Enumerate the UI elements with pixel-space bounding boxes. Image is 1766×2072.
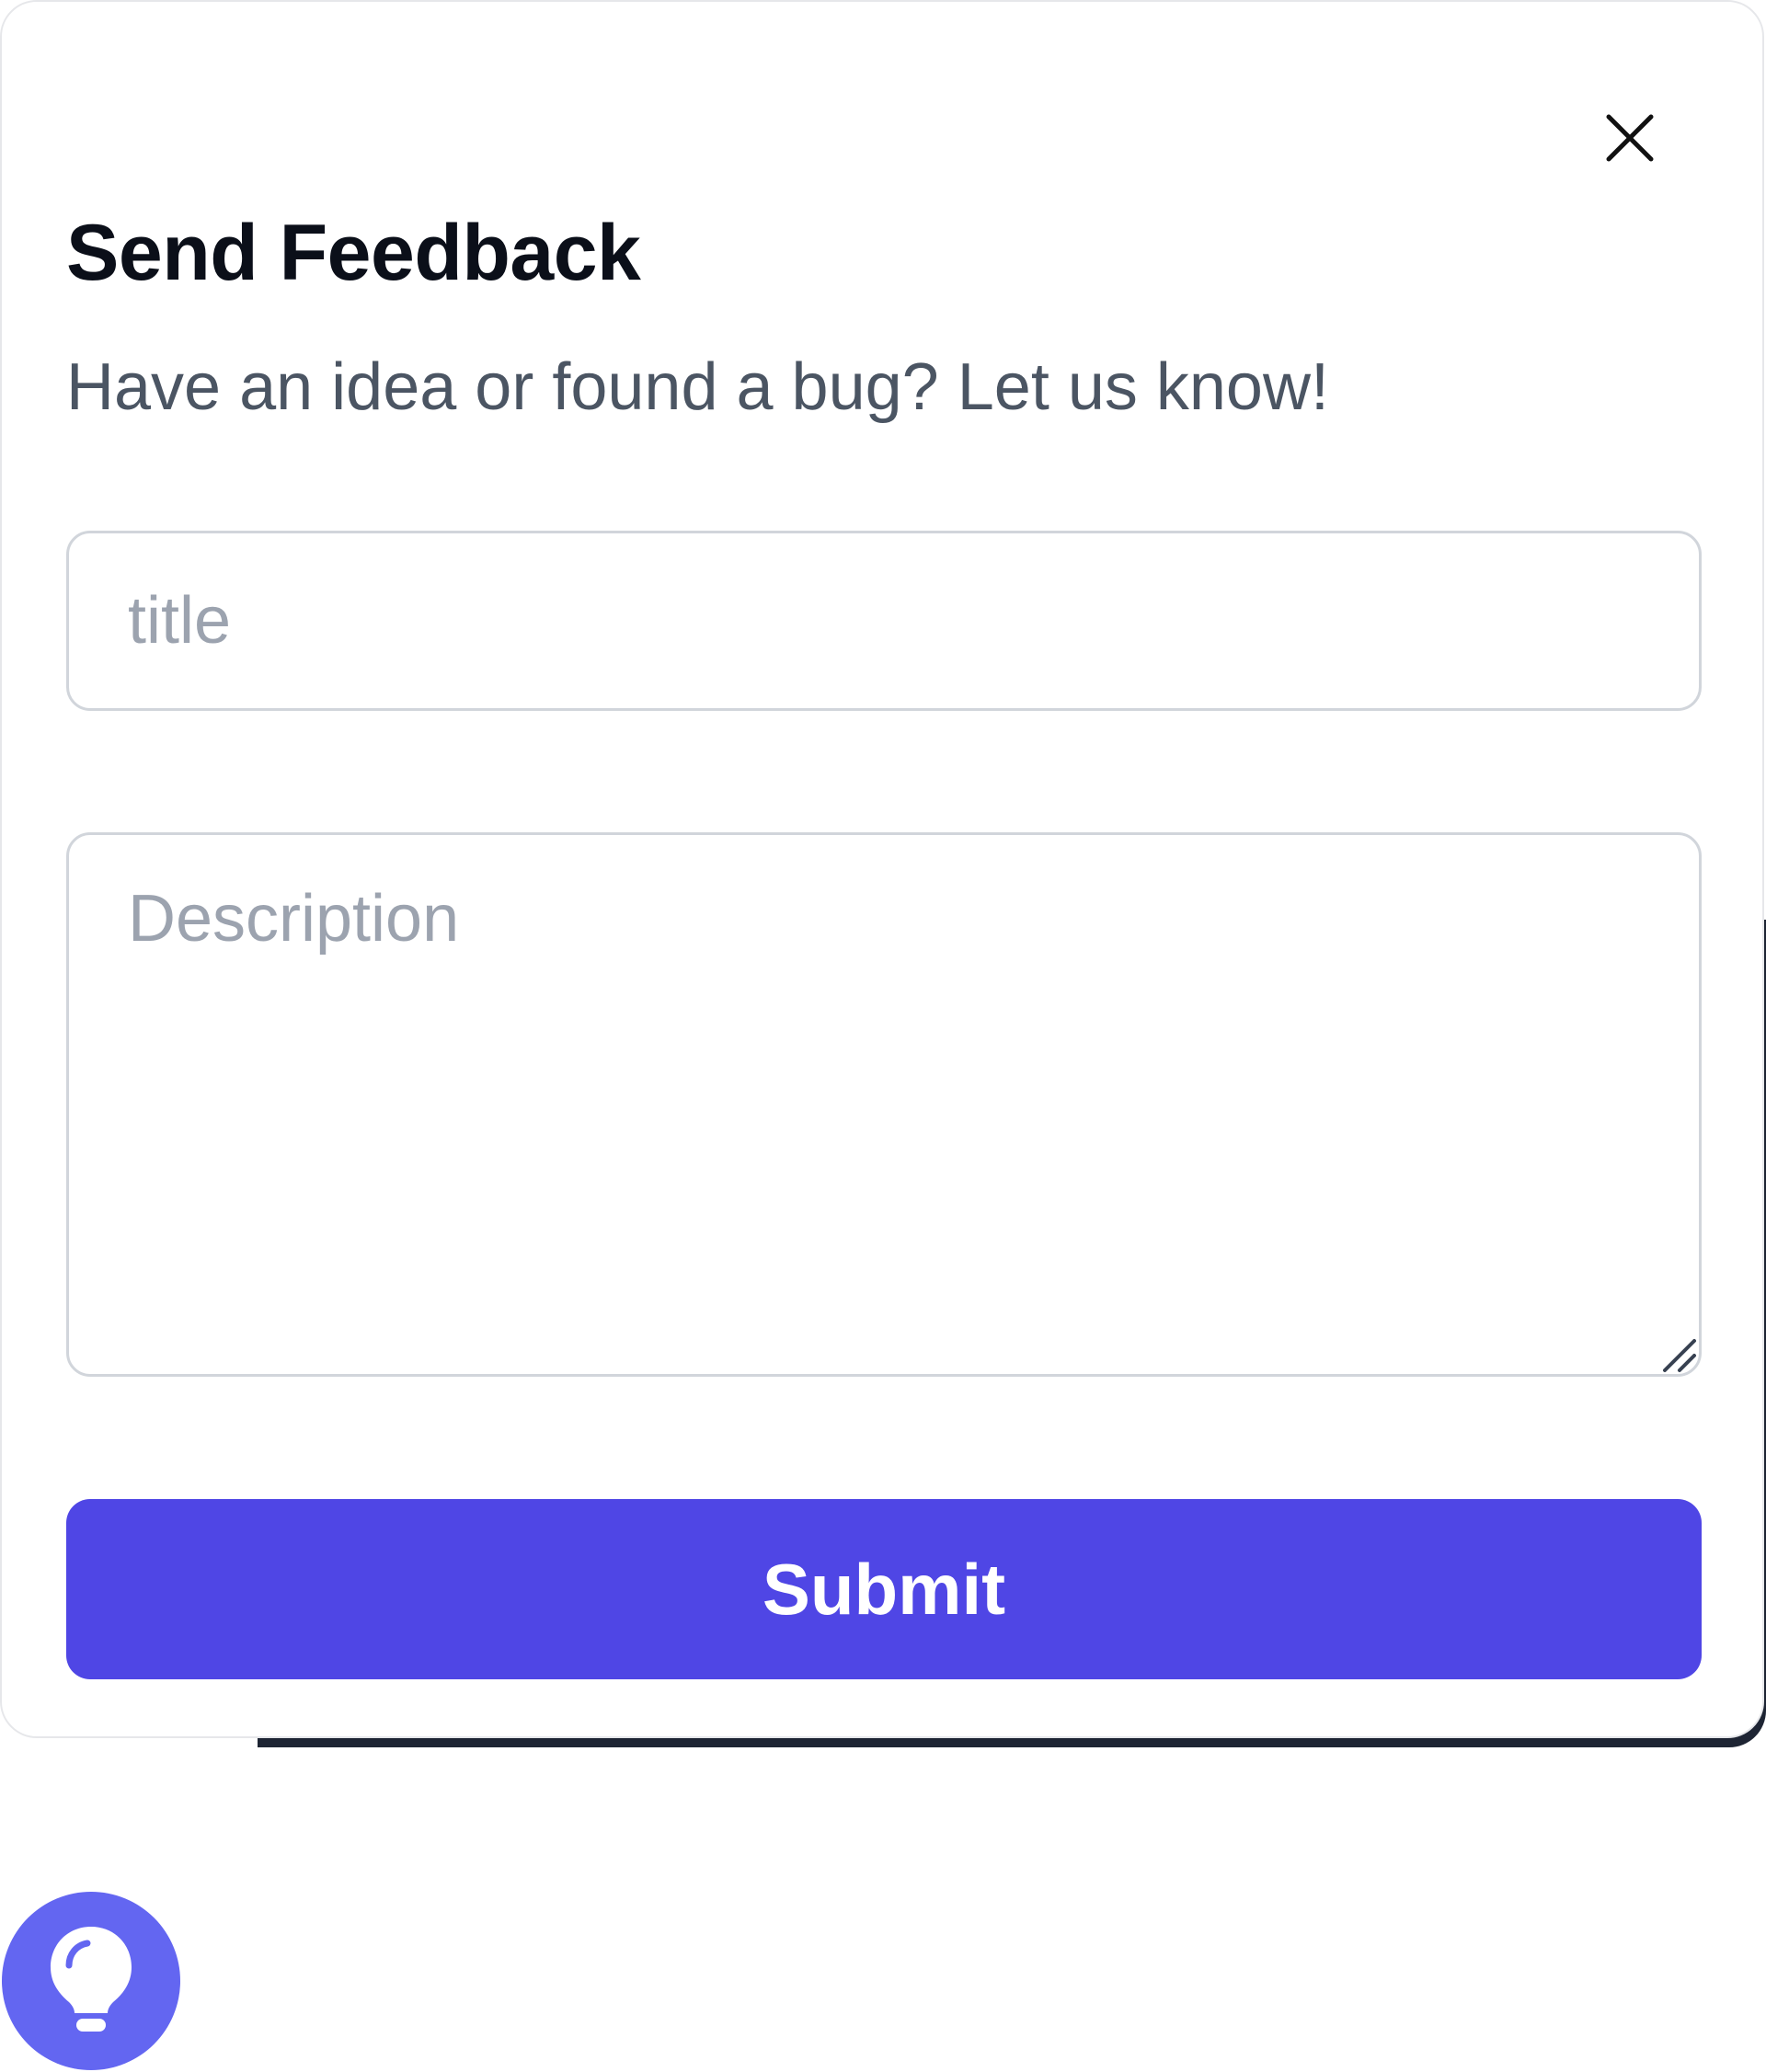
resize-handle-icon[interactable] [1659, 1335, 1698, 1374]
close-button[interactable] [1593, 101, 1667, 175]
feedback-modal: Send Feedback Have an idea or found a bu… [0, 0, 1764, 1738]
lightbulb-icon [51, 1927, 132, 2032]
modal-title: Send Feedback [66, 209, 641, 297]
page: Send Feedback Have an idea or found a bu… [0, 0, 1766, 2072]
feedback-fab-button[interactable] [2, 1892, 180, 2070]
submit-button[interactable]: Submit [66, 1499, 1702, 1679]
close-icon [1606, 114, 1654, 162]
title-input[interactable] [66, 531, 1702, 711]
description-textarea[interactable] [66, 832, 1702, 1377]
modal-subtitle: Have an idea or found a bug? Let us know… [66, 350, 1329, 424]
